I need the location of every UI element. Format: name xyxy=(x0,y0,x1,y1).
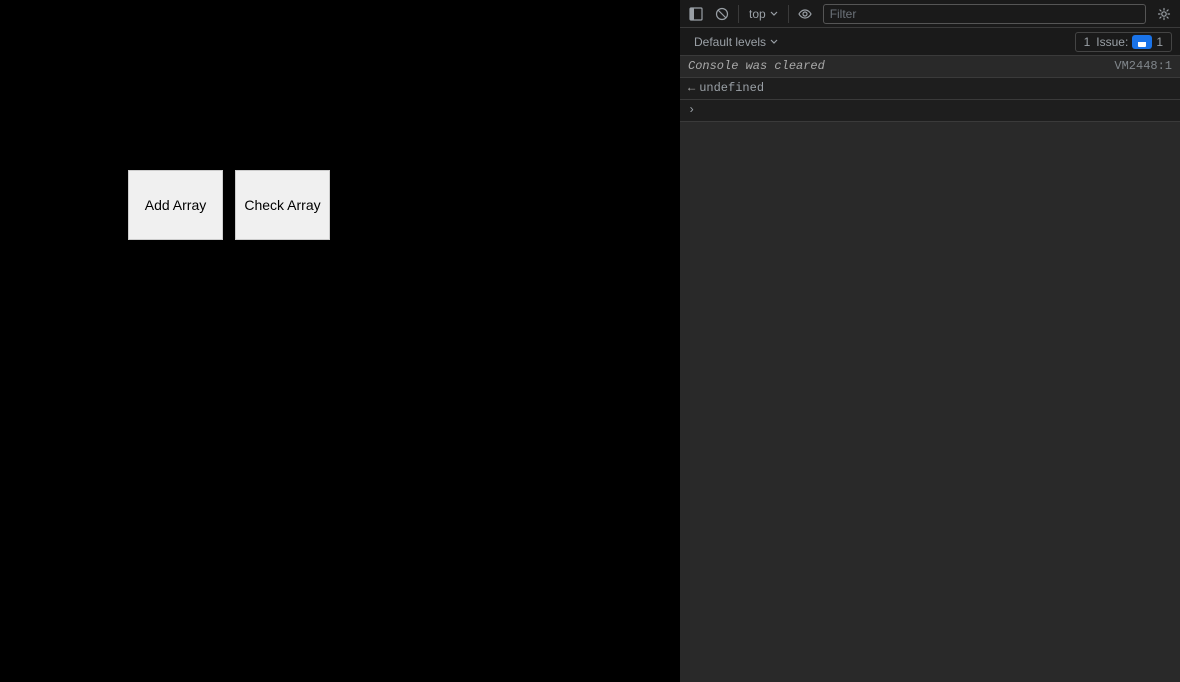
console-return-arrow: ← xyxy=(688,81,695,95)
devtools-toolbar: top xyxy=(680,0,1180,28)
issues-badge-num: 1 xyxy=(1156,35,1163,49)
add-array-button[interactable]: Add Array xyxy=(128,170,223,240)
console-undefined-value: undefined xyxy=(699,81,764,95)
console-undefined-row: ← undefined xyxy=(680,78,1180,100)
filter-wrapper xyxy=(823,4,1146,24)
toggle-drawer-button[interactable] xyxy=(684,3,708,25)
block-icon xyxy=(715,7,729,21)
issues-button[interactable]: 1 Issue: 1 xyxy=(1075,32,1172,52)
filter-input[interactable] xyxy=(823,4,1146,24)
toolbar-separator-2 xyxy=(788,5,789,23)
console-source-link[interactable]: VM2448:1 xyxy=(1114,59,1172,73)
issues-count: 1 xyxy=(1084,35,1091,49)
button-container: Add Array Check Array xyxy=(128,170,330,240)
console-expand-row: › xyxy=(680,100,1180,122)
context-label: top xyxy=(749,7,766,21)
devtools-settings-button[interactable] xyxy=(1152,3,1176,25)
gear-icon xyxy=(1157,7,1171,21)
console-output: Console was cleared VM2448:1 ← undefined… xyxy=(680,56,1180,682)
default-levels-button[interactable]: Default levels xyxy=(688,33,784,51)
issue-flag-icon xyxy=(1132,35,1152,49)
default-levels-label: Default levels xyxy=(694,35,766,49)
issues-label: Issue: xyxy=(1096,35,1128,49)
eye-icon xyxy=(798,7,812,21)
levels-chevron-icon xyxy=(770,39,778,44)
live-expressions-button[interactable] xyxy=(793,3,817,25)
clear-console-button[interactable] xyxy=(710,3,734,25)
console-cleared-text: Console was cleared xyxy=(688,59,825,73)
context-selector[interactable]: top xyxy=(743,5,784,23)
console-cleared-row: Console was cleared VM2448:1 xyxy=(680,56,1180,78)
check-array-button[interactable]: Check Array xyxy=(235,170,330,240)
devtools-toolbar2: Default levels 1 Issue: 1 xyxy=(680,28,1180,56)
toggle-drawer-icon xyxy=(689,7,703,21)
toolbar-separator xyxy=(738,5,739,23)
browser-viewport: Add Array Check Array xyxy=(0,0,680,682)
devtools-panel: top Default levels xyxy=(680,0,1180,682)
expand-arrow-icon[interactable]: › xyxy=(688,103,695,117)
chevron-down-icon xyxy=(770,11,778,16)
